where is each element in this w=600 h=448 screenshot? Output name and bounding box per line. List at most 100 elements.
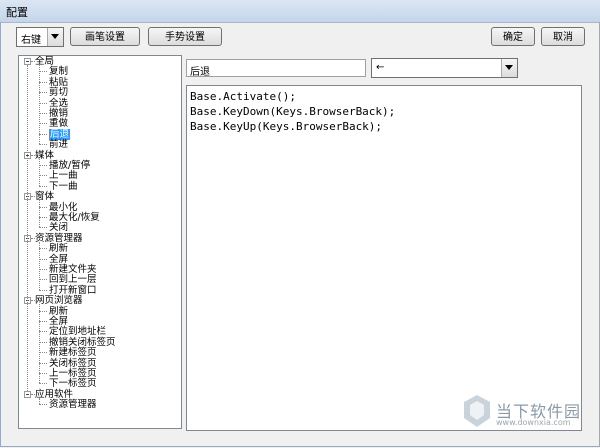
tree-connector xyxy=(39,321,47,322)
collapse-toggle-icon[interactable] xyxy=(24,390,31,398)
ok-button[interactable]: 确定 xyxy=(491,27,535,46)
tree-item-label: 回到上一层 xyxy=(49,274,97,286)
gesture-settings-button[interactable]: 手势设置 xyxy=(148,27,222,46)
tree-connector xyxy=(39,175,47,177)
command-name-input[interactable]: 后退 xyxy=(186,59,366,78)
tree-group[interactable]: 媒体 xyxy=(35,150,54,161)
trigger-combo[interactable]: 右键 xyxy=(16,27,64,47)
tree-group-label: 网页浏览器 xyxy=(35,295,83,307)
tree-connector xyxy=(39,217,47,218)
tree-item[interactable]: 刷新 xyxy=(49,243,68,254)
tree-item[interactable]: 上一曲 xyxy=(49,170,78,181)
tree-connector xyxy=(39,258,47,260)
code-line: Base.Activate(); xyxy=(190,90,296,103)
tree-connector xyxy=(39,123,47,125)
tree-connector xyxy=(39,206,47,208)
tree-connector xyxy=(39,404,47,406)
tree-connector xyxy=(39,81,47,83)
tree-item-label: 最小化 xyxy=(49,201,78,213)
tree-item[interactable]: 播放/暂停 xyxy=(49,160,90,171)
tree-item-label: 前进 xyxy=(49,139,69,151)
tree-item-label: 刷新 xyxy=(49,243,69,255)
tree-connector xyxy=(39,133,47,135)
tree-item[interactable]: 剪切 xyxy=(49,87,68,98)
tree-item-label: 全选 xyxy=(49,97,69,109)
tree-connector xyxy=(39,304,40,384)
tree-connector xyxy=(39,341,47,343)
tree-item-label: 剪切 xyxy=(49,87,69,99)
watermark-logo-icon xyxy=(464,395,490,427)
tree-group-label: 窗体 xyxy=(35,191,55,203)
tree-group[interactable]: 窗体 xyxy=(35,191,54,202)
tree-connector xyxy=(39,269,47,270)
tree-item[interactable]: 复制 xyxy=(49,66,68,77)
tree-connector xyxy=(39,227,47,229)
code-line: Base.KeyDown(Keys.BrowserBack); xyxy=(190,105,396,118)
tree-connector xyxy=(39,383,47,385)
command-tree[interactable]: 全局 复制 粘贴 剪切 全选 撤销 重做 后退 前进 媒体 播放/暂停 上一曲 下一曲 窗体 最小化 最大化/… xyxy=(18,55,182,429)
tree-connector xyxy=(39,241,40,290)
tree-item-label: 重做 xyxy=(49,118,69,130)
brush-settings-button[interactable]: 画笔设置 xyxy=(70,27,140,46)
tree-connector xyxy=(39,144,47,146)
title-bar: 配置 xyxy=(0,0,600,23)
tree-item-label: 上一曲 xyxy=(49,170,78,182)
tree-connector xyxy=(39,65,40,145)
tree-item-label: 关闭标签页 xyxy=(49,357,97,369)
tree-connector xyxy=(39,279,47,281)
tree-item-label: 下一标签页 xyxy=(49,378,97,390)
tree-item[interactable]: 全屏 xyxy=(49,254,68,265)
chevron-down-icon[interactable] xyxy=(501,59,517,77)
tree-connector xyxy=(39,373,47,374)
tree-connector xyxy=(39,92,47,94)
tree-item-label: 复制 xyxy=(49,66,69,78)
tree-connector xyxy=(39,102,47,104)
tree-group-label: 媒体 xyxy=(35,149,55,161)
tree-item-label: 资源管理器 xyxy=(49,399,97,411)
tree-item[interactable]: 关闭 xyxy=(49,222,68,233)
collapse-toggle-icon[interactable] xyxy=(24,58,31,65)
cancel-button[interactable]: 取消 xyxy=(541,27,585,46)
tree-item[interactable]: 回到上一层 xyxy=(49,274,97,285)
window-title: 配置 xyxy=(6,6,28,19)
gesture-combo[interactable]: ← xyxy=(371,58,518,78)
watermark-url: www.downxia.com xyxy=(496,418,571,427)
tree-item-label: 新建标签页 xyxy=(49,347,97,359)
tree-item[interactable]: 资源管理器 xyxy=(49,399,97,410)
tree-group[interactable]: 网页浏览器 xyxy=(35,295,83,306)
tree-connector xyxy=(39,200,40,228)
tree-connector xyxy=(27,65,28,391)
tree-connector xyxy=(39,397,40,405)
tree-connector xyxy=(39,310,47,312)
tree-connector xyxy=(39,352,47,354)
tree-connector xyxy=(39,331,47,333)
tree-item[interactable]: 刷新 xyxy=(49,306,68,317)
watermark: 当下软件园 www.downxia.com xyxy=(462,394,598,430)
tree-connector xyxy=(39,289,47,291)
tree-item-label: 播放/暂停 xyxy=(49,160,91,171)
script-editor[interactable]: Base.Activate(); Base.KeyDown(Keys.Browse… xyxy=(186,85,582,431)
tree-item[interactable]: 新建标签页 xyxy=(49,347,97,358)
tree-item-label: 关闭 xyxy=(49,222,69,234)
tree-item-label: 定位到地址栏 xyxy=(49,326,107,338)
tree-connector xyxy=(39,248,47,250)
tree-connector xyxy=(39,71,47,73)
trigger-combo-value: 右键 xyxy=(21,35,41,46)
tree-item-label: 刷新 xyxy=(49,305,69,317)
tree-item[interactable]: 前进 xyxy=(49,139,68,150)
tree-item[interactable]: 重做 xyxy=(49,118,68,129)
gesture-combo-value: ← xyxy=(376,62,385,73)
code-line: Base.KeyUp(Keys.BrowserBack); xyxy=(190,120,383,133)
tree-item[interactable]: 定位到地址栏 xyxy=(49,326,106,337)
tree-connector xyxy=(39,113,47,114)
tree-connector xyxy=(39,362,47,364)
tree-item[interactable]: 下一标签页 xyxy=(49,378,97,389)
tree-connector xyxy=(39,158,40,186)
tree-item[interactable]: 全选 xyxy=(49,98,68,109)
tree-item-label: 全屏 xyxy=(49,253,69,265)
tree-item[interactable]: 关闭标签页 xyxy=(49,358,97,369)
tree-connector xyxy=(39,165,47,166)
tree-item[interactable]: 最小化 xyxy=(49,202,78,213)
tree-connector xyxy=(39,185,47,187)
chevron-down-icon[interactable] xyxy=(47,28,63,46)
